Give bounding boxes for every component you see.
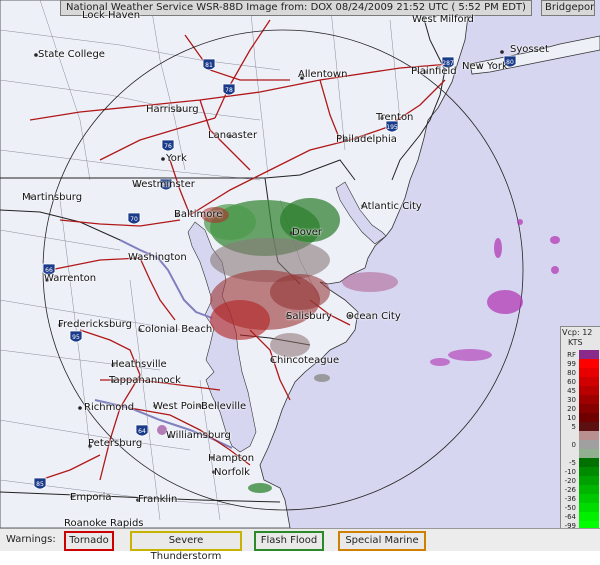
city-label-emporia: Emporia (70, 492, 112, 503)
city-label-trenton: Trenton (376, 112, 414, 123)
legend-swatch (579, 422, 599, 431)
city-label-salisbury: Salisbury (286, 311, 332, 322)
city-label-lancaster: Lancaster (208, 130, 258, 141)
legend-swatch (579, 377, 599, 386)
tornado-warning-toggle[interactable]: Tornado (64, 531, 114, 551)
interstate-shield-icon: 85 (33, 477, 47, 490)
city-label-syosset: Syosset (510, 44, 549, 55)
warnings-label: Warnings: (6, 534, 56, 545)
city-label-state-college: State College (38, 49, 105, 60)
interstate-shield-icon: 95 (69, 330, 83, 343)
city-label-ocean-city: Ocean City (346, 311, 401, 322)
city-label-fredericksburg: Fredericksburg (58, 319, 132, 330)
city-label-martinsburg: Martinsburg (22, 192, 83, 203)
city-label-atlantic-city: Atlantic City (361, 201, 422, 212)
warnings-bar: Warnings: Tornado Severe Thunderstorm Fl… (0, 528, 600, 562)
city-label-plainfield: Plainfield (411, 66, 457, 77)
legend-swatch (579, 458, 599, 467)
legend-swatch (579, 503, 599, 512)
city-label-washington: Washington (128, 252, 187, 263)
legend-label: 0 (571, 441, 576, 449)
city-label-west-point: West Point (153, 401, 206, 412)
interstate-shield-icon: 76 (161, 139, 175, 152)
svg-text:195: 195 (386, 124, 398, 131)
city-label-heathsville: Heathsville (111, 359, 167, 370)
severe-thunderstorm-warning-toggle[interactable]: Severe Thunderstorm (130, 531, 242, 562)
city-label-richmond: Richmond (84, 402, 135, 413)
legend-swatch (579, 512, 599, 521)
svg-text:78: 78 (225, 87, 233, 94)
interstate-shield-icon: 78 (222, 83, 236, 96)
legend-swatch (579, 485, 599, 494)
legend-swatch (579, 350, 599, 359)
legend-units: KTS (568, 338, 583, 347)
city-label-franklin: Franklin (138, 494, 178, 505)
svg-text:81: 81 (205, 62, 213, 69)
city-label-west-milford: West Milford (412, 14, 474, 25)
city-label-petersburg: Petersburg (88, 438, 143, 449)
city-label-baltimore: Baltimore (174, 209, 223, 220)
city-label-allentown: Allentown (298, 69, 348, 80)
city-label-dover: Dover (292, 227, 322, 238)
legend-swatch (579, 386, 599, 395)
legend-swatch (579, 413, 599, 422)
flash-flood-warning-toggle[interactable]: Flash Flood (254, 531, 324, 551)
svg-text:70: 70 (130, 216, 138, 223)
city-label-norfolk: Norfolk (214, 467, 250, 478)
city-label-new-york: New York (462, 61, 508, 72)
city-label-westminster: Westminster (132, 179, 195, 190)
city-label-tappahannock: Tappahannock (109, 375, 181, 386)
city-label-warrenton: Warrenton (44, 273, 97, 284)
svg-text:85: 85 (36, 481, 44, 488)
legend-swatch (579, 440, 599, 449)
city-label-hampton: Hampton (208, 453, 255, 464)
legend-label: 5 (571, 423, 576, 431)
city-label-york: York (166, 153, 187, 164)
legend-swatch (579, 476, 599, 485)
svg-text:95: 95 (72, 334, 80, 341)
legend-swatch (579, 449, 599, 458)
interstate-shield-icon: 64 (135, 424, 149, 437)
special-marine-warning-toggle[interactable]: Special Marine (338, 531, 426, 551)
interstate-shield-icon: 70 (127, 212, 141, 225)
header-right-label: Bridgeport (541, 0, 595, 16)
city-label-chincoteague: Chincoteague (270, 355, 340, 366)
city-label-philadelphia: Philadelphia (336, 134, 397, 145)
legend-swatch (579, 368, 599, 377)
legend-swatch (579, 494, 599, 503)
interstate-shield-icon: 81 (202, 58, 216, 71)
legend-swatch (579, 395, 599, 404)
svg-text:64: 64 (138, 428, 146, 435)
legend-swatch (579, 467, 599, 476)
legend-swatch (579, 431, 599, 440)
svg-text:76: 76 (164, 143, 172, 150)
legend-product: Vcp: 12 (562, 328, 593, 337)
city-label-colonial-beach: Colonial Beach (138, 324, 213, 335)
city-label-harrisburg: Harrisburg (146, 104, 199, 115)
city-label-belleville: Belleville (201, 401, 247, 412)
city-label-williamsburg: Williamsburg (166, 430, 231, 441)
city-label-lock-haven: Lock Haven (82, 10, 141, 21)
legend-swatch (579, 404, 599, 413)
legend-swatch (579, 359, 599, 368)
